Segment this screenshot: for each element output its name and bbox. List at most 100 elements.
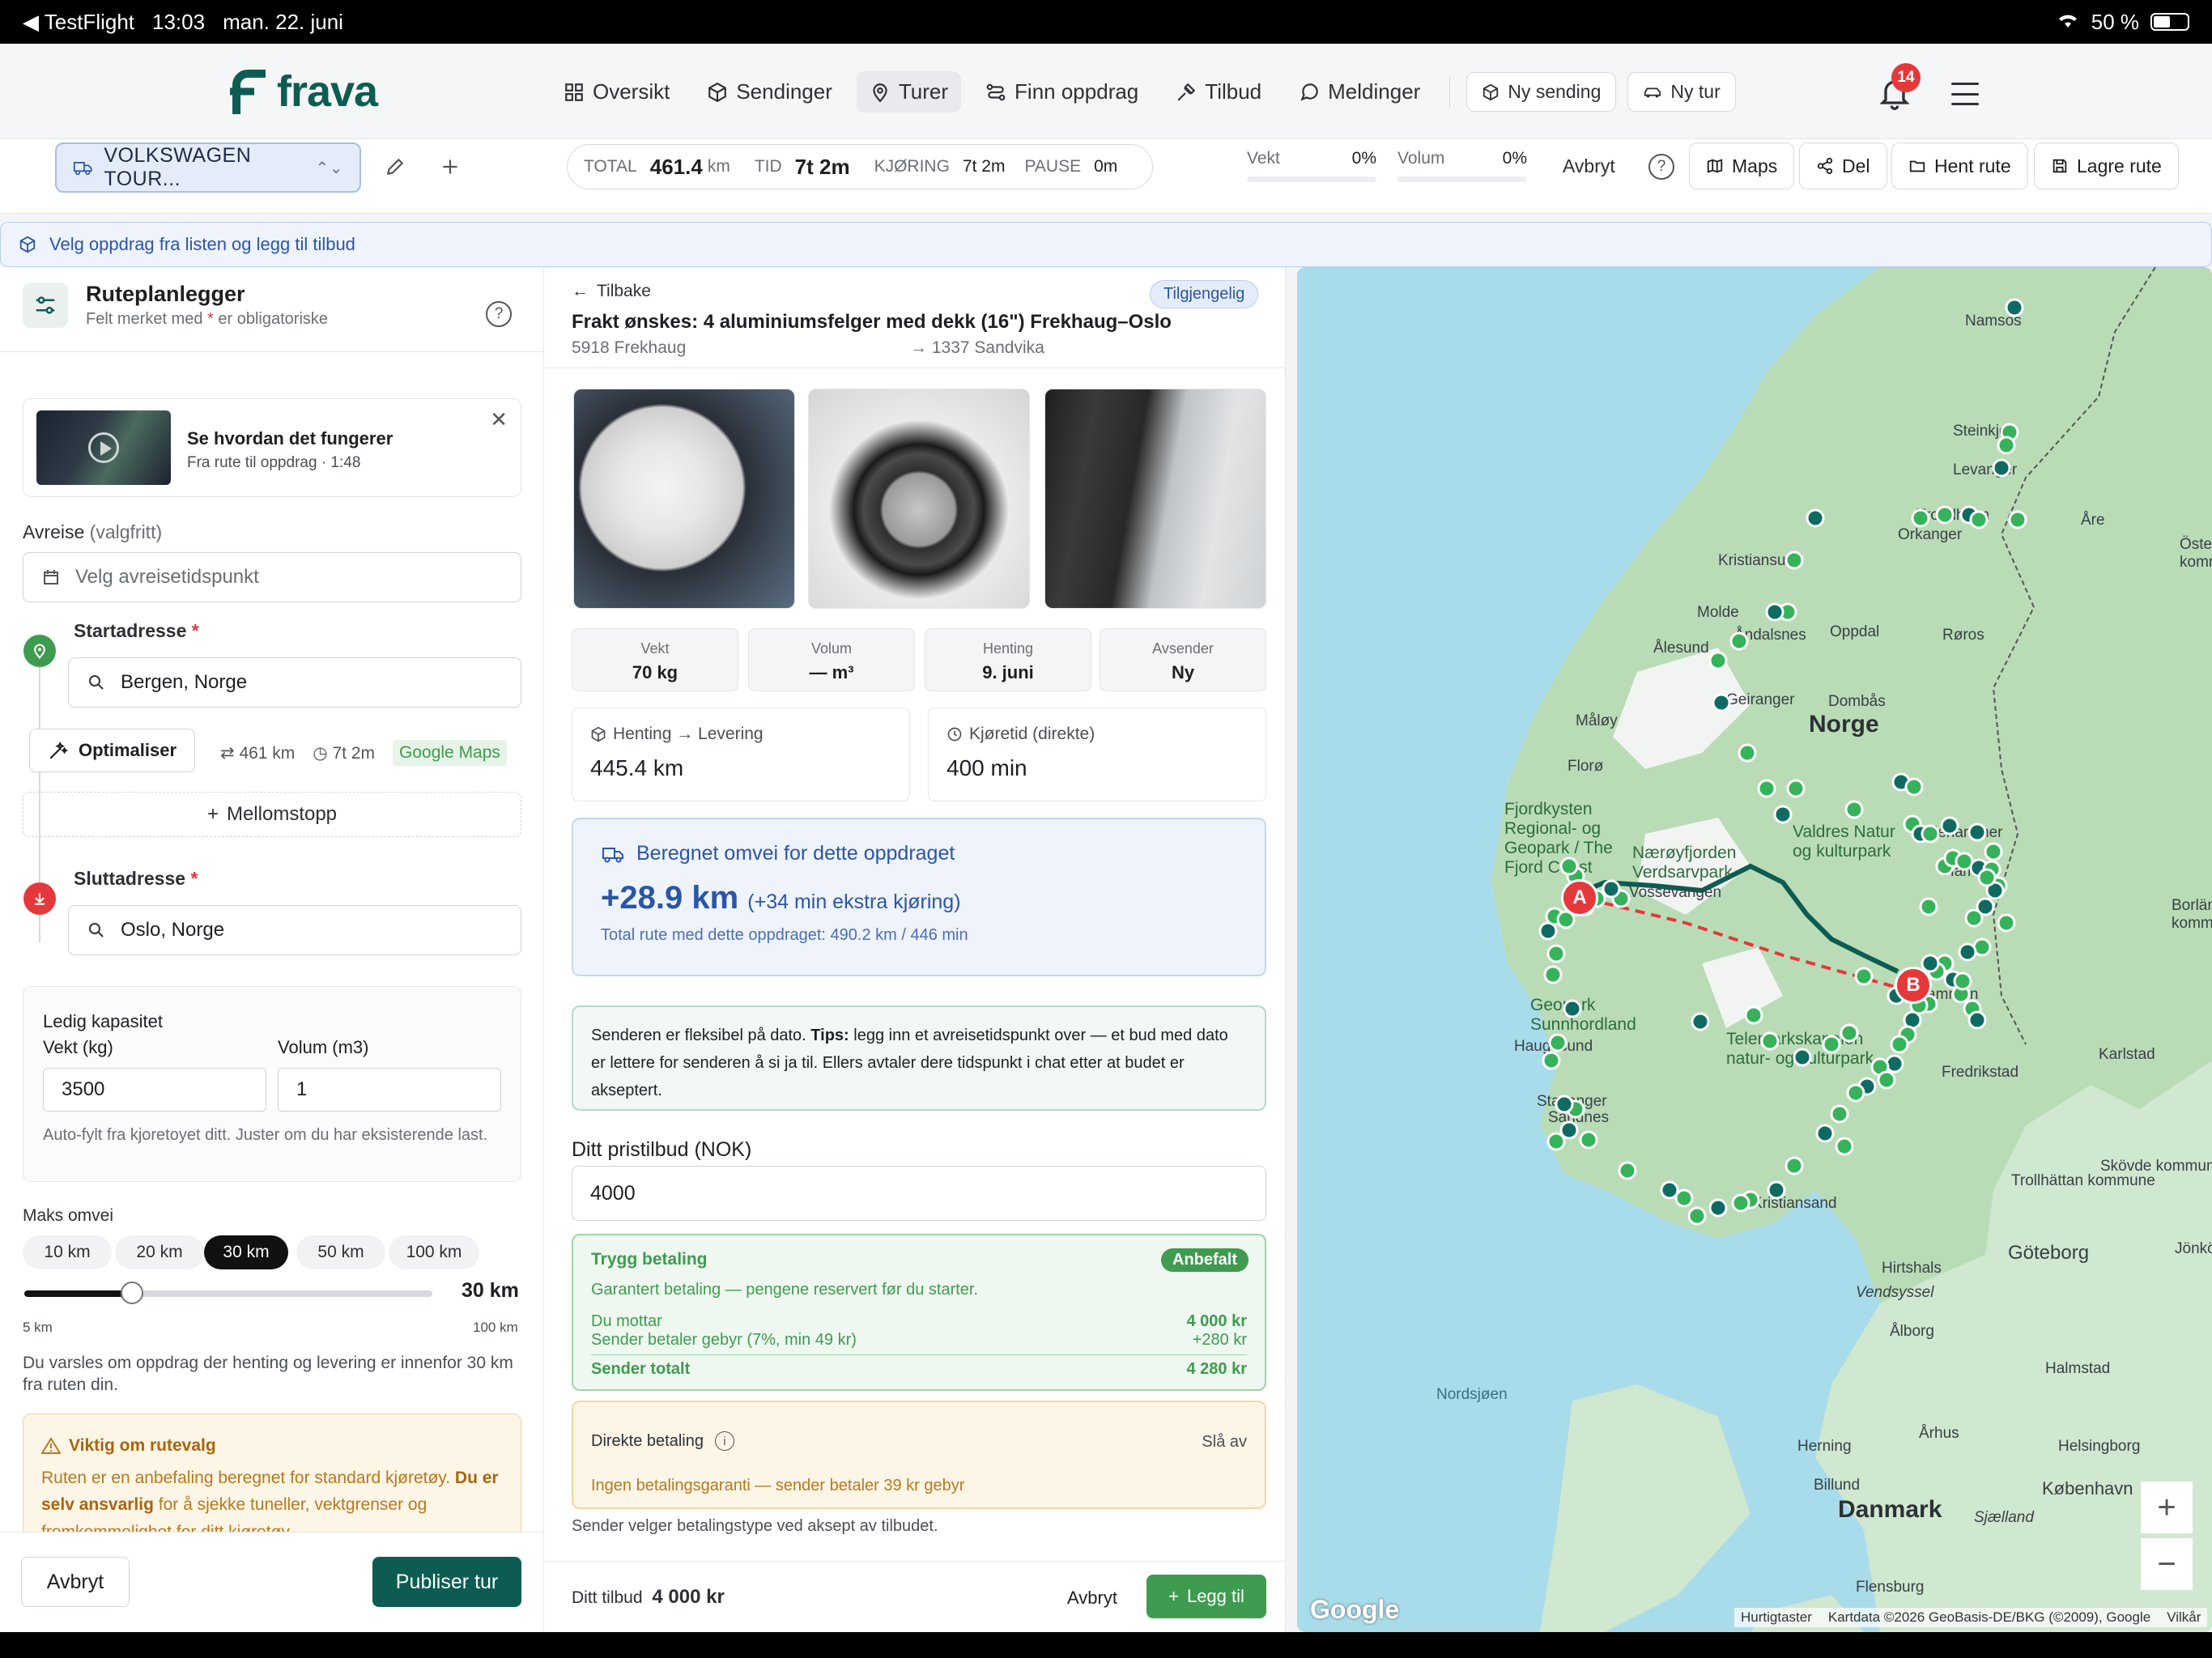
job-marker[interactable] xyxy=(1844,800,1864,819)
job-marker[interactable] xyxy=(1744,1005,1763,1025)
job-marker[interactable] xyxy=(1708,1198,1728,1218)
toolbar-cancel-button[interactable]: Avbryt xyxy=(1563,155,1615,177)
job-marker[interactable] xyxy=(1784,551,1804,570)
job-marker[interactable] xyxy=(1992,458,2011,478)
departure-time-field[interactable]: Velg avreisetidspunkt xyxy=(23,552,521,602)
job-marker[interactable] xyxy=(1784,1156,1804,1175)
job-marker[interactable] xyxy=(1602,879,1621,899)
job-marker[interactable] xyxy=(2008,510,2027,529)
job-marker[interactable] xyxy=(1760,1031,1780,1051)
publish-trip-button[interactable]: Publiser tur xyxy=(372,1557,521,1607)
save-route-button[interactable]: Lagre rute xyxy=(2034,142,2179,189)
detour-slider[interactable] xyxy=(24,1282,432,1304)
maps-button[interactable]: Maps xyxy=(1689,142,1795,189)
job-marker[interactable] xyxy=(1921,824,1940,844)
job-marker[interactable] xyxy=(1877,1070,1896,1090)
planner-help-icon[interactable]: ? xyxy=(486,301,512,327)
job-marker[interactable] xyxy=(1911,508,1930,528)
job-marker[interactable] xyxy=(1919,897,1938,916)
start-address-input[interactable]: Bergen, Norge xyxy=(68,657,521,708)
edit-vehicle-button[interactable] xyxy=(376,147,415,186)
job-marker[interactable] xyxy=(1757,779,1776,798)
price-input[interactable]: 4000 xyxy=(572,1166,1266,1221)
job-marker[interactable] xyxy=(1997,913,2016,933)
nav-meldinger[interactable]: Meldinger xyxy=(1286,71,1433,113)
job-marker[interactable] xyxy=(1904,777,1924,797)
job-marker[interactable] xyxy=(1830,1104,1849,1124)
share-button[interactable]: Del xyxy=(1799,142,1887,189)
job-marker[interactable] xyxy=(1977,868,1997,887)
detour-chip-30[interactable]: 30 km xyxy=(204,1235,288,1269)
detour-chip-50[interactable]: 50 km xyxy=(296,1235,385,1269)
job-marker[interactable] xyxy=(1765,602,1784,622)
zoom-in-button[interactable]: + xyxy=(2141,1482,2193,1533)
weight-input[interactable]: 3500 xyxy=(43,1068,266,1112)
info-icon[interactable]: i xyxy=(714,1431,734,1451)
job-marker[interactable] xyxy=(1953,971,1972,991)
job-marker[interactable] xyxy=(1731,1193,1750,1213)
planner-cancel-button[interactable]: Avbryt xyxy=(21,1557,130,1607)
load-route-button[interactable]: Hent rute xyxy=(1891,142,2028,189)
keyboard-shortcuts-link[interactable]: Hurtigtaster xyxy=(1741,1609,1812,1626)
end-address-input[interactable]: Oslo, Norge xyxy=(68,905,521,955)
job-marker[interactable] xyxy=(1822,1035,1841,1054)
job-marker[interactable] xyxy=(1555,1095,1574,1114)
job-marker[interactable] xyxy=(1958,942,1977,962)
job-marker[interactable] xyxy=(1969,510,1989,529)
add-vehicle-button[interactable] xyxy=(431,147,470,186)
detour-chip-10[interactable]: 10 km xyxy=(23,1235,112,1269)
job-marker[interactable] xyxy=(1660,1180,1679,1200)
job-marker[interactable] xyxy=(1921,954,1940,973)
zoom-out-button[interactable]: − xyxy=(2141,1538,2193,1590)
video-thumbnail[interactable] xyxy=(36,410,171,485)
direct-payment-toggle[interactable]: Slå av xyxy=(1202,1433,1247,1452)
offer-cancel-button[interactable]: Avbryt xyxy=(1067,1588,1117,1609)
job-photo-2[interactable] xyxy=(808,389,1030,609)
job-photo-3[interactable] xyxy=(1044,389,1266,609)
job-marker[interactable] xyxy=(1890,1035,1909,1054)
job-marker[interactable] xyxy=(2005,298,2024,317)
menu-icon[interactable] xyxy=(1951,83,1979,105)
job-marker[interactable] xyxy=(1786,779,1806,798)
job-photo-1[interactable] xyxy=(573,389,795,609)
job-marker[interactable] xyxy=(1997,436,2016,455)
close-icon[interactable]: ✕ xyxy=(490,407,508,432)
back-to-app-link[interactable]: ◀ TestFlight xyxy=(23,10,134,35)
job-marker[interactable] xyxy=(1687,1206,1707,1226)
nav-tilbud[interactable]: Tilbud xyxy=(1163,71,1274,113)
job-marker[interactable] xyxy=(1835,1137,1854,1156)
job-marker[interactable] xyxy=(1542,1051,1561,1070)
job-marker[interactable] xyxy=(1708,651,1728,670)
job-marker[interactable] xyxy=(1548,1033,1568,1052)
job-marker[interactable] xyxy=(1815,1124,1835,1143)
vehicle-select[interactable]: VOLKSWAGEN TOUR... ⌃⌄ xyxy=(55,142,361,193)
job-marker[interactable] xyxy=(1738,743,1757,763)
add-stop-button[interactable]: + Mellomstopp xyxy=(23,792,521,837)
new-shipment-button[interactable]: Ny sending xyxy=(1466,72,1617,112)
marker-b[interactable]: B xyxy=(1895,967,1932,1004)
route-map[interactable]: Namsos Steinkjer Levanger Trondheim Orka… xyxy=(1297,267,2212,1632)
volume-input[interactable]: 1 xyxy=(278,1068,501,1112)
job-marker[interactable] xyxy=(1546,944,1566,963)
job-marker[interactable] xyxy=(1967,823,1987,842)
job-marker[interactable] xyxy=(1806,508,1825,528)
job-marker[interactable] xyxy=(1767,1180,1786,1200)
nav-turer[interactable]: Turer xyxy=(856,71,962,113)
add-offer-button[interactable]: + Legg til xyxy=(1146,1575,1266,1618)
job-marker[interactable] xyxy=(1967,1010,1987,1030)
help-icon[interactable]: ? xyxy=(1648,154,1674,180)
job-marker[interactable] xyxy=(1854,967,1874,986)
detour-chip-100[interactable]: 100 km xyxy=(389,1235,479,1269)
nav-sendinger[interactable]: Sendinger xyxy=(694,71,845,113)
optimize-button[interactable]: Optimaliser xyxy=(29,729,196,772)
frava-logo[interactable]: frava xyxy=(228,66,378,117)
new-trip-button[interactable]: Ny tur xyxy=(1627,72,1736,112)
job-marker[interactable] xyxy=(1579,1130,1598,1150)
job-marker[interactable] xyxy=(1729,631,1749,651)
job-marker[interactable] xyxy=(1793,1048,1812,1067)
job-marker[interactable] xyxy=(1559,857,1579,876)
job-marker[interactable] xyxy=(1940,816,1959,835)
marker-a[interactable]: A xyxy=(1561,879,1598,916)
job-marker[interactable] xyxy=(1563,999,1582,1018)
job-marker[interactable] xyxy=(1712,693,1731,712)
